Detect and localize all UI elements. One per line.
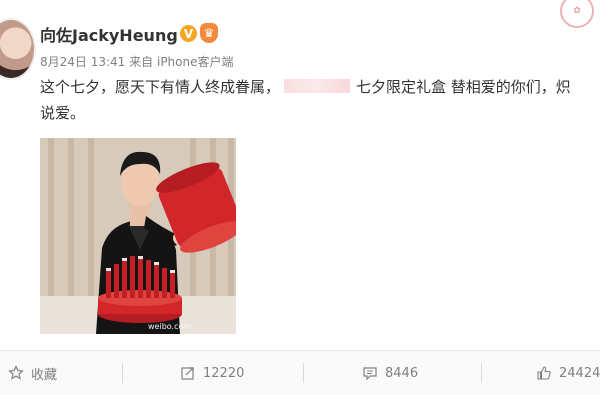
action-divider <box>122 363 123 383</box>
stamp-icon: ✿ <box>560 0 594 28</box>
post-source-prefix: 来自 <box>129 55 154 69</box>
author-name[interactable]: 向佐JackyHeung <box>40 22 178 46</box>
post-text-part2: 七夕限定礼盒 替相爱的你们， <box>356 78 556 96</box>
post-text: 这个七夕，愿天下有情人终成眷属， 七夕限定礼盒 替相爱的你们，炽 说爱。 <box>40 74 600 126</box>
post-image[interactable] <box>40 138 236 334</box>
action-divider <box>481 363 482 383</box>
image-watermark: weibo.com <box>148 322 192 331</box>
repost-icon <box>181 367 194 380</box>
comment-count: 8446 <box>385 365 419 381</box>
post-text-part1: 这个七夕，愿天下有情人终成眷属， <box>40 78 281 96</box>
post-text-tail: 炽 <box>555 78 571 96</box>
repost-button[interactable]: 12220 <box>180 351 244 395</box>
repost-count: 12220 <box>203 365 245 381</box>
verified-icon: V <box>180 25 197 42</box>
like-button[interactable]: 24424 <box>536 351 600 395</box>
author-avatar[interactable] <box>0 18 36 80</box>
like-count: 24424 <box>559 365 600 381</box>
comment-icon <box>363 367 377 381</box>
action-divider <box>303 363 304 383</box>
comment-button[interactable]: 8446 <box>362 351 418 395</box>
redacted-mention <box>284 79 351 93</box>
thumbs-up-icon <box>537 366 551 380</box>
favorite-label: 收藏 <box>31 367 58 383</box>
post-meta: 8月24日 13:41 来自 iPhone客户端 <box>40 53 234 70</box>
post-text-line2: 说爱。 <box>40 104 86 122</box>
favorite-button[interactable]: 收藏 <box>8 351 57 395</box>
action-bar: 收藏 12220 8446 24424 <box>0 350 600 395</box>
post-date[interactable]: 8月24日 13:41 <box>40 55 125 69</box>
star-icon <box>8 365 24 380</box>
member-crown-icon: ♛ <box>200 23 218 43</box>
post-source[interactable]: iPhone客户端 <box>157 55 234 69</box>
